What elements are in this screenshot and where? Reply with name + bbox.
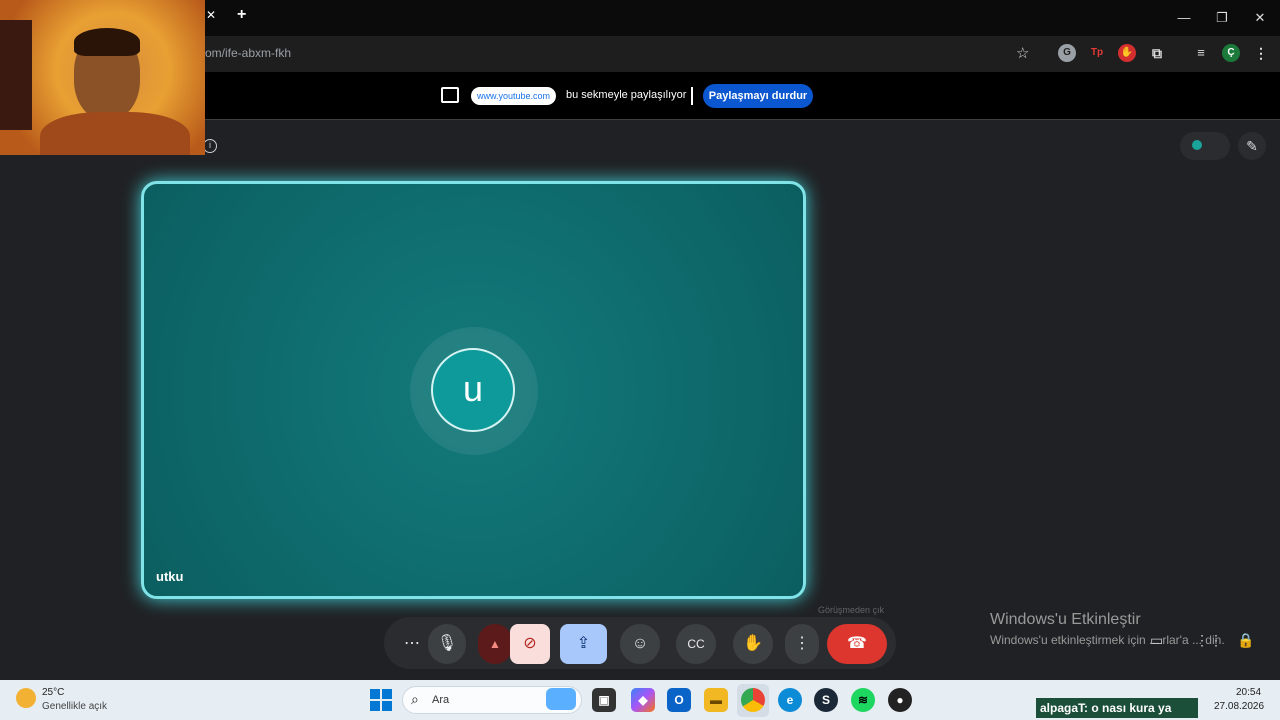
more-options-button[interactable]: ⋯ [397, 624, 427, 664]
new-tab-button[interactable]: + [237, 6, 253, 26]
activation-watermark-subtitle: Windows'u etkinleştirmek için ... rlar'a… [990, 633, 1225, 647]
share-status-text: bu sekmeyle paylaşılıyor [566, 89, 687, 101]
chat-overlay-text: alpagaT: o nası kura ya [1040, 701, 1172, 715]
start-button[interactable] [370, 689, 392, 711]
banner-divider [691, 87, 693, 105]
edge-icon[interactable]: e [778, 688, 802, 712]
edit-pencil-icon[interactable]: ✎ [1238, 132, 1266, 160]
grammarly-extension-icon[interactable]: G [1058, 44, 1076, 62]
raise-hand-button[interactable]: ✋ [733, 624, 773, 664]
steam-icon[interactable]: S [814, 688, 838, 712]
more-actions-button[interactable]: ⋮ [785, 624, 819, 664]
chat-icon[interactable]: ▭ [1150, 632, 1170, 652]
participants-indicator[interactable] [1180, 132, 1230, 160]
search-icon: ⌕ [411, 691, 419, 707]
person-hair [74, 28, 140, 56]
weather-temperature[interactable]: 25°C [42, 687, 64, 698]
red-hand-extension-icon[interactable]: ✋ [1118, 44, 1136, 62]
participant-avatar: u [431, 348, 515, 432]
clock-time[interactable]: 20:54 [1236, 687, 1261, 698]
participant-name: utku [156, 569, 184, 584]
background-painting [0, 20, 32, 130]
url-text[interactable]: om/ife-abxm-fkh [205, 46, 291, 60]
task-view-icon[interactable]: ▣ [592, 688, 616, 712]
minimize-button[interactable]: — [1174, 8, 1194, 28]
lock-icon[interactable]: 🔒 [1237, 632, 1257, 652]
chrome-icon[interactable] [741, 688, 765, 712]
info-icon[interactable]: i [203, 139, 217, 153]
screen-share-icon [441, 87, 459, 103]
copilot-icon[interactable]: ◆ [631, 688, 655, 712]
leave-call-tooltip: Görüşmeden çık [818, 605, 885, 615]
restore-button[interactable]: ❐ [1212, 8, 1232, 28]
shared-site-chip: www.youtube.com [471, 87, 557, 105]
bookmark-star-icon[interactable]: ☆ [1016, 44, 1029, 62]
outlook-icon[interactable]: O [667, 688, 691, 712]
stop-sharing-button[interactable]: Paylaşmayı durdur [703, 84, 813, 108]
file-explorer-icon[interactable]: ▬ [704, 688, 728, 712]
participant-dot-icon [1192, 140, 1202, 150]
media-control-icon[interactable]: ≡ [1192, 44, 1210, 62]
apps-grid-icon[interactable]: ⋮⋮ [1195, 632, 1223, 652]
webcam-overlay [0, 0, 205, 155]
camera-options-chevron-icon[interactable]: ▲ [478, 624, 512, 664]
close-window-button[interactable]: ✕ [1250, 8, 1270, 28]
microphone-button[interactable]: 🎙 [428, 624, 466, 664]
leave-call-button[interactable]: ☎ [827, 624, 887, 664]
activation-watermark-title: Windows'u Etkinleştir [990, 611, 1141, 628]
clock-date[interactable]: 27.08.2026 [1214, 701, 1264, 712]
search-highlight-image[interactable] [546, 688, 576, 710]
camera-off-button[interactable]: ⊘ [510, 624, 550, 664]
captions-button[interactable]: CC [676, 624, 716, 664]
tab-close-button[interactable]: ✕ [206, 8, 220, 26]
browser-menu-icon[interactable]: ⋮ [1252, 44, 1270, 62]
extensions-puzzle-icon[interactable]: ⧉ [1148, 44, 1166, 62]
weather-status[interactable]: Genellikle açık [42, 701, 107, 712]
obs-icon[interactable]: ● [888, 688, 912, 712]
emoji-reaction-button[interactable]: ☺ [620, 624, 660, 664]
present-screen-button[interactable]: ⇪ [560, 624, 607, 664]
tp-extension-icon[interactable]: Tp [1088, 44, 1106, 62]
spotify-icon[interactable]: ≋ [851, 688, 875, 712]
person-shirt [40, 112, 190, 155]
weather-sun-icon[interactable] [16, 688, 36, 708]
search-placeholder: Ara [432, 694, 450, 706]
profile-avatar[interactable]: Ç [1222, 44, 1240, 62]
